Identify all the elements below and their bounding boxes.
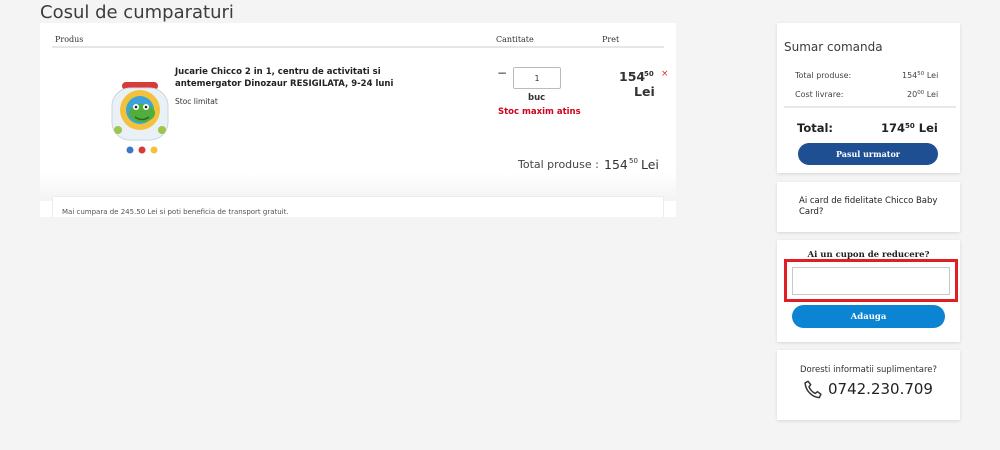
next-step-button[interactable]: Pasul urmator xyxy=(798,143,938,165)
product-name[interactable]: Jucarie Chicco 2 in 1, centru de activit… xyxy=(175,66,395,90)
cart-total-label: Total produse : xyxy=(518,158,599,171)
summary-shipping-value: 2000 Lei xyxy=(907,90,939,99)
order-summary-panel: Sumar comanda Total produse: 15450 Lei C… xyxy=(777,23,960,173)
summary-total-label: Total: xyxy=(797,121,834,135)
column-header-price: Pret xyxy=(602,35,620,44)
cart-total-decimals: 50 xyxy=(629,157,638,165)
quantity-input[interactable] xyxy=(513,67,561,89)
phone-icon xyxy=(804,380,822,399)
summary-divider xyxy=(784,106,956,108)
add-coupon-button[interactable]: Adauga xyxy=(792,305,945,328)
free-shipping-note: Mai cumpara de 245.50 Lei si poti benefi… xyxy=(62,208,289,216)
quantity-decrease-button[interactable]: − xyxy=(497,66,507,80)
price-decimals: 50 xyxy=(644,70,654,78)
remove-item-icon[interactable]: × xyxy=(661,69,669,79)
loyalty-card-text[interactable]: Ai card de fidelitate Chicco Baby Card? xyxy=(799,196,939,218)
support-info-panel: Doresti informatii suplimentare? 0742.23… xyxy=(777,350,960,420)
product-stock-note: Stoc limitat xyxy=(175,97,218,106)
cart-panel: Produs Cantitate Pret Jucarie Chicco 2 i… xyxy=(40,23,676,217)
summary-shipping-label: Cost livrare: xyxy=(795,90,844,99)
coupon-input[interactable] xyxy=(792,267,950,295)
cart-table-header: Produs Cantitate Pret xyxy=(52,30,664,48)
column-header-quantity: Cantitate xyxy=(496,35,534,44)
price-integer: 154 xyxy=(619,69,646,84)
summary-products-label: Total produse: xyxy=(795,71,852,80)
page-title: Cosul de cumparaturi xyxy=(40,2,234,23)
summary-total-value: 17450 Lei xyxy=(881,121,938,135)
loyalty-card-panel[interactable]: Ai card de fidelitate Chicco Baby Card? xyxy=(777,182,960,232)
free-shipping-box: Mai cumpara de 245.50 Lei si poti benefi… xyxy=(52,196,664,217)
cart-total-integer: 154 xyxy=(604,157,628,172)
coupon-highlight-frame xyxy=(784,259,958,302)
support-info-text: Doresti informatii suplimentare? xyxy=(799,365,938,375)
summary-products-value: 15450 Lei xyxy=(902,71,939,80)
quantity-unit: buc xyxy=(528,93,546,103)
stock-warning: Stoc maxim atins xyxy=(498,107,581,117)
column-header-product: Produs xyxy=(55,35,84,44)
product-image[interactable] xyxy=(102,80,180,158)
coupon-panel: Ai un cupon de reducere? Adauga xyxy=(777,240,960,342)
order-summary-title: Sumar comanda xyxy=(784,40,883,54)
price-currency: Lei xyxy=(634,84,655,99)
support-phone-number[interactable]: 0742.230.709 xyxy=(828,380,933,398)
cart-total-currency: Lei xyxy=(641,157,659,172)
